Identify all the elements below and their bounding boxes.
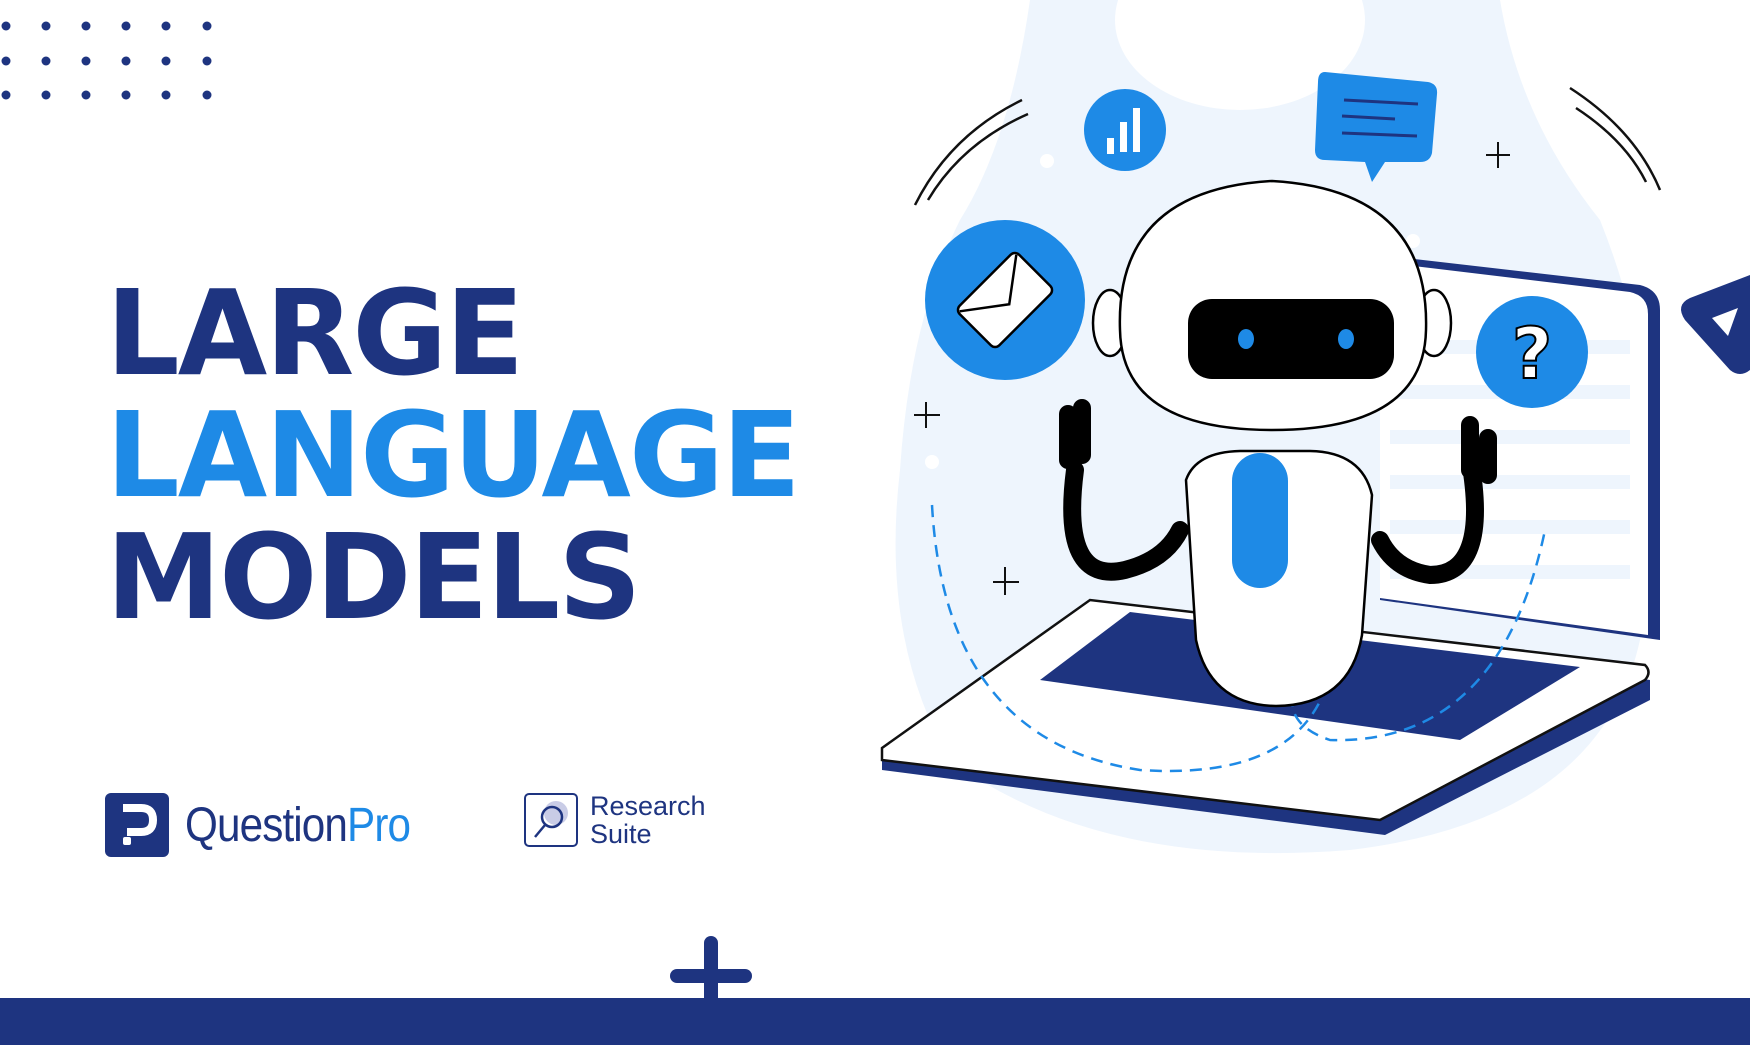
title-line-1: LARGE xyxy=(106,264,524,402)
title-line-2: LANGUAGE xyxy=(106,386,801,524)
research-suite-logo: Research Suite xyxy=(524,792,706,848)
questionpro-logo: QuestionPro xyxy=(105,793,441,857)
research-suite-text: Research Suite xyxy=(590,792,706,848)
questionpro-word-pro: Pro xyxy=(347,798,411,852)
research-suite-line-2: Suite xyxy=(590,819,652,849)
svg-text:?: ? xyxy=(1512,313,1553,395)
questionpro-logo-icon xyxy=(105,793,169,857)
bottom-bar xyxy=(0,998,1750,1045)
questionpro-word-question: Question xyxy=(185,798,348,852)
magnifier-icon xyxy=(524,793,578,847)
mail-icon xyxy=(925,220,1085,380)
question-icon: ? xyxy=(1476,296,1588,408)
page-title: LARGE LANGUAGE MODELS xyxy=(106,272,813,638)
motion-arcs-right xyxy=(1569,86,1662,191)
questionpro-wordmark: QuestionPro xyxy=(185,798,411,853)
plus-icon xyxy=(670,936,752,1006)
title-line-3: MODELS xyxy=(106,508,642,646)
robot-chest-stripe xyxy=(1232,453,1288,588)
play-icon xyxy=(1681,275,1750,374)
research-suite-line-1: Research xyxy=(590,791,706,821)
bar-chart-icon xyxy=(1084,89,1166,171)
